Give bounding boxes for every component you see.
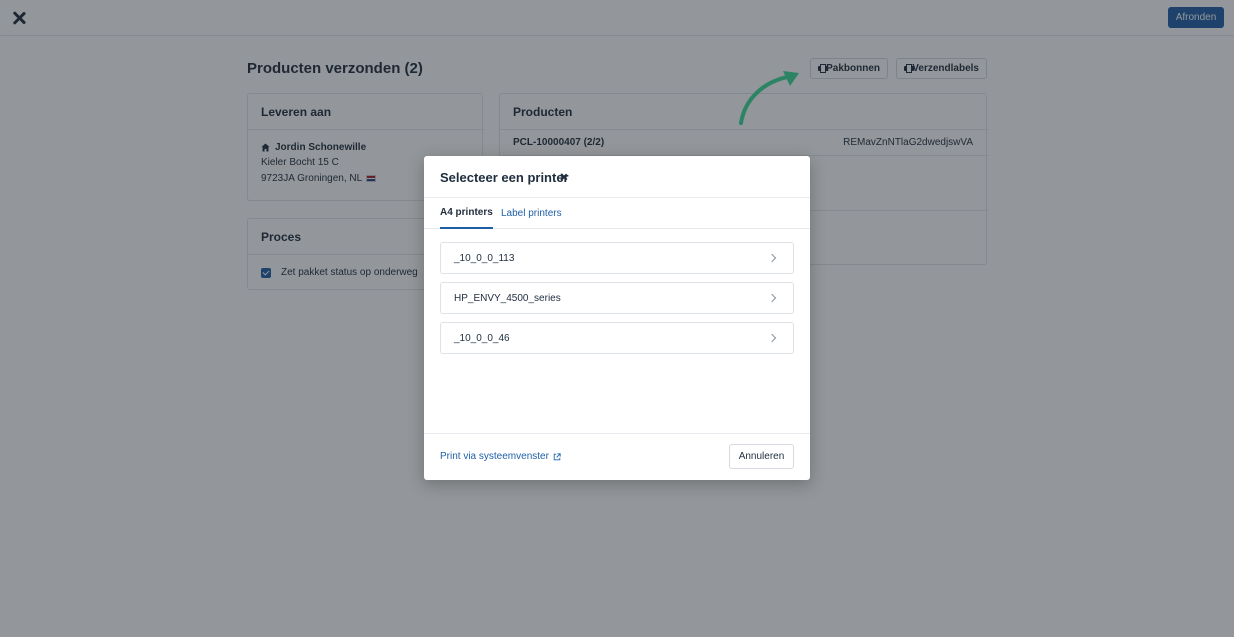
close-icon[interactable] (559, 172, 569, 182)
printer-tabs: A4 printers Label printers (424, 198, 810, 229)
tab-a4-printers[interactable]: A4 printers (440, 198, 493, 229)
chevron-right-icon (767, 333, 777, 343)
printer-option[interactable]: HP_ENVY_4500_series (440, 282, 794, 314)
printer-name: _10_0_0_113 (454, 253, 515, 264)
external-link-icon (553, 452, 561, 460)
dialog-title: Selecteer een printer (440, 170, 569, 185)
printer-option[interactable]: _10_0_0_113 (440, 242, 794, 274)
divider (424, 433, 810, 434)
print-link-label: Print via systeemvenster (440, 451, 549, 462)
printer-name: HP_ENVY_4500_series (454, 293, 561, 304)
cancel-button[interactable]: Annuleren (729, 444, 794, 469)
tab-label-printers[interactable]: Label printers (501, 198, 562, 229)
printer-option[interactable]: _10_0_0_46 (440, 322, 794, 354)
printer-dialog: Selecteer een printer A4 printers Label … (424, 156, 810, 480)
chevron-right-icon (767, 253, 777, 263)
print-system-dialog-link[interactable]: Print via systeemvenster (440, 451, 561, 462)
chevron-right-icon (767, 293, 777, 303)
printer-name: _10_0_0_46 (454, 333, 510, 344)
